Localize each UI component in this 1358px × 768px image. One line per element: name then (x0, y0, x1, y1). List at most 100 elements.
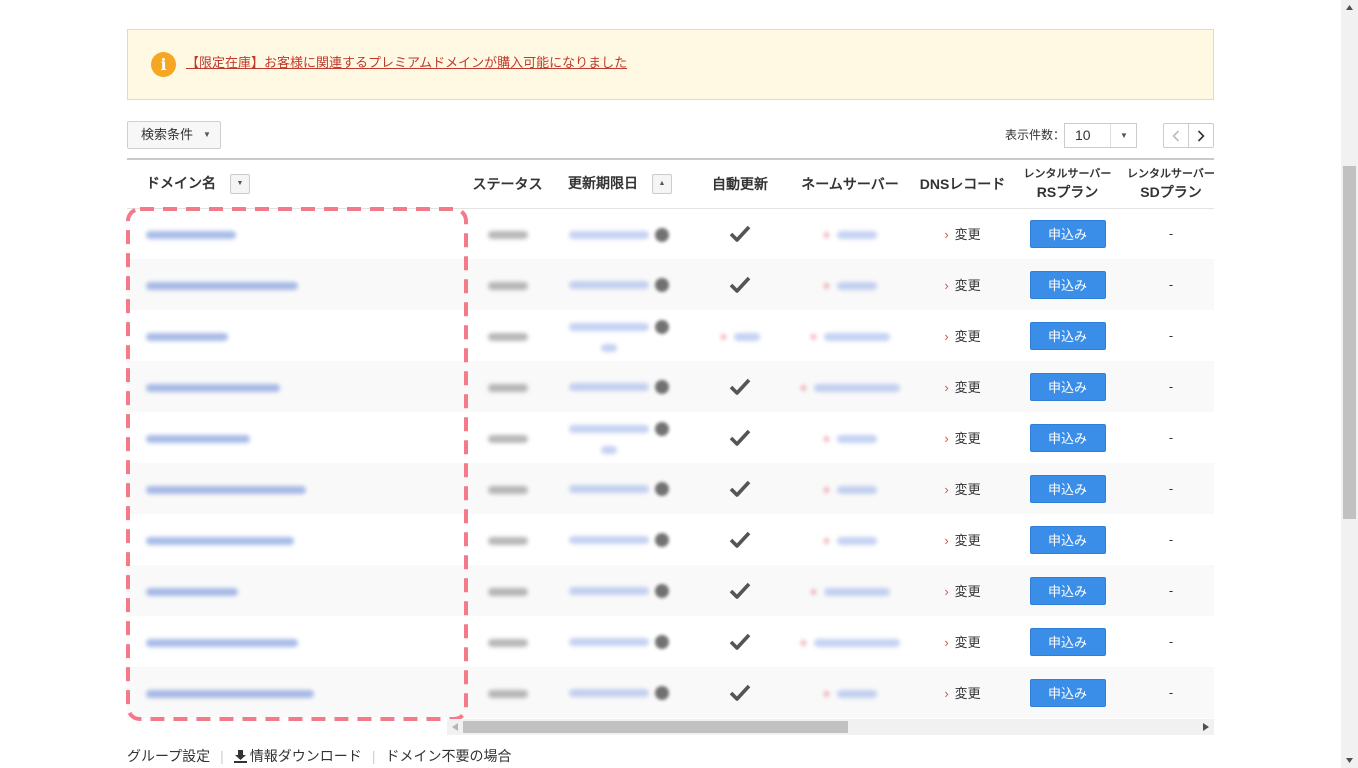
dns-change-link[interactable]: › 変更 (944, 380, 980, 395)
expiry-date-text-obscured (569, 281, 649, 290)
domain-link-obscured[interactable] (146, 434, 250, 443)
renew-date-icon[interactable] (655, 227, 669, 242)
rs-plan-apply-button[interactable]: 申込み (1029, 423, 1106, 452)
rs-plan-apply-button[interactable]: 申込み (1029, 321, 1106, 350)
cell-expiry (550, 514, 690, 565)
check-icon (729, 531, 751, 548)
sd-plan-value: - (1168, 328, 1174, 343)
pagination (1163, 123, 1214, 148)
nameserver-link-obscured[interactable] (823, 332, 890, 341)
renew-date-icon[interactable] (655, 482, 669, 497)
dns-change-label: 変更 (954, 686, 981, 701)
premium-domain-notice-link[interactable]: 【限定在庫】お客様に関連するプレミアムドメインが購入可能になりました (186, 54, 627, 72)
dns-change-label: 変更 (954, 227, 981, 243)
rs-plan-apply-button[interactable]: 申込み (1029, 219, 1106, 248)
nameserver-link-obscured[interactable] (836, 434, 877, 443)
header-auto-renew: 自動更新 (690, 160, 790, 209)
domain-link-obscured[interactable] (146, 332, 228, 341)
dns-change-link[interactable]: › 変更 (944, 533, 980, 548)
expiry-date-obscured (569, 421, 669, 454)
scroll-down-icon[interactable] (1346, 758, 1353, 763)
renew-date-icon[interactable] (655, 278, 669, 293)
nameserver-link-obscured[interactable] (836, 230, 877, 239)
renew-date-icon[interactable] (655, 380, 669, 395)
table-row: › 変更 申込み - (127, 208, 1214, 259)
rs-plan-apply-button[interactable]: 申込み (1029, 525, 1106, 554)
nameserver-link-obscured[interactable] (836, 485, 877, 494)
nameserver-link-obscured[interactable] (823, 587, 890, 596)
vertical-scrollbar[interactable] (1341, 0, 1358, 768)
status-obscured (487, 383, 528, 392)
rs-plan-apply-button[interactable]: 申込み (1029, 270, 1106, 299)
cell-dns: › 変更 (910, 412, 1015, 463)
nameserver-chevron-obscured (823, 690, 829, 697)
rs-plan-apply-button[interactable]: 申込み (1029, 576, 1106, 605)
next-page-button[interactable] (1188, 124, 1213, 147)
rs-plan-apply-button[interactable]: 申込み (1029, 627, 1106, 656)
cell-rs-plan: 申込み (1015, 565, 1120, 616)
sd-plan-value: - (1168, 532, 1174, 547)
domain-sort-button[interactable]: ▼ (230, 174, 250, 195)
chevron-right-icon: › (944, 380, 949, 395)
dns-change-link[interactable]: › 変更 (944, 584, 980, 599)
nameserver-link-obscured[interactable] (836, 536, 877, 545)
separator: | (220, 748, 224, 764)
renew-date-icon[interactable] (655, 533, 669, 548)
cell-sd-plan: - (1120, 259, 1214, 310)
scroll-right-icon[interactable] (1203, 723, 1209, 731)
info-download-link[interactable]: 情報ダウンロード (233, 746, 362, 766)
renew-date-icon[interactable] (655, 635, 669, 650)
scroll-up-icon[interactable] (1346, 5, 1353, 10)
expiry-date-line (569, 533, 669, 548)
domain-link-obscured[interactable] (146, 383, 280, 392)
domain-link-obscured[interactable] (146, 281, 298, 290)
horizontal-scrollbar[interactable] (447, 719, 1214, 735)
cell-domain (127, 259, 465, 310)
check-icon (729, 582, 751, 599)
table-body: › 変更 申込み - › 変更 申込み - › 変更 申込み - › 変更 申込み - › 変更 申込み - › 変更 申込… (127, 208, 1214, 718)
scroll-left-icon[interactable] (452, 723, 458, 731)
dns-change-link[interactable]: › 変更 (944, 686, 980, 701)
cell-sd-plan: - (1120, 412, 1214, 463)
domain-link-obscured[interactable] (146, 485, 306, 494)
nameserver-link-obscured[interactable] (836, 689, 877, 698)
chevron-right-icon: › (944, 584, 949, 599)
horizontal-scroll-thumb[interactable] (463, 721, 848, 733)
domain-link-obscured[interactable] (146, 230, 236, 239)
prev-page-button[interactable] (1164, 124, 1188, 147)
dns-change-link[interactable]: › 変更 (944, 278, 980, 293)
rs-plan-apply-button[interactable]: 申込み (1029, 372, 1106, 401)
renew-date-icon[interactable] (655, 421, 669, 436)
auto-renew-setting-obscured[interactable] (733, 332, 760, 341)
domain-link-obscured[interactable] (146, 536, 294, 545)
dns-change-link[interactable]: › 変更 (944, 329, 980, 344)
domain-not-needed-link[interactable]: ドメイン不要の場合 (385, 746, 511, 766)
nameserver-link-obscured[interactable] (836, 281, 877, 290)
renew-date-icon[interactable] (655, 319, 669, 334)
domain-link-obscured[interactable] (146, 638, 298, 647)
expiry-date-line (569, 482, 669, 497)
search-conditions-button[interactable]: 検索条件 ▼ (127, 121, 221, 149)
domain-link-obscured[interactable] (146, 689, 314, 698)
domain-link-obscured[interactable] (146, 587, 238, 596)
nameserver-link-obscured[interactable] (813, 383, 900, 392)
nameserver-link-obscured[interactable] (813, 638, 900, 647)
dns-change-link[interactable]: › 変更 (944, 482, 980, 497)
expiry-date-obscured (569, 584, 669, 599)
domain-table-container: ドメイン名 ▼ ステータス 更新期限日 ▲ 自動更新 ネームサーバー DNSレコード… (127, 158, 1214, 718)
vertical-scroll-thumb[interactable] (1343, 166, 1356, 519)
dns-change-link[interactable]: › 変更 (944, 635, 980, 650)
rs-plan-apply-button[interactable]: 申込み (1029, 474, 1106, 503)
cell-status (465, 208, 550, 259)
renew-date-icon[interactable] (655, 584, 669, 599)
cell-domain (127, 616, 465, 667)
rs-plan-apply-button[interactable]: 申込み (1029, 678, 1106, 707)
dns-change-link[interactable]: › 変更 (944, 431, 980, 446)
dns-change-link[interactable]: › 変更 (944, 227, 980, 242)
cell-auto-renew (690, 463, 790, 514)
group-settings-link[interactable]: グループ設定 (127, 746, 210, 766)
auto-renew-chevron-obscured (720, 333, 726, 340)
renew-date-icon[interactable] (655, 686, 669, 701)
expiry-sort-button[interactable]: ▲ (652, 174, 672, 195)
per-page-select[interactable]: 10 ▼ (1064, 123, 1137, 148)
